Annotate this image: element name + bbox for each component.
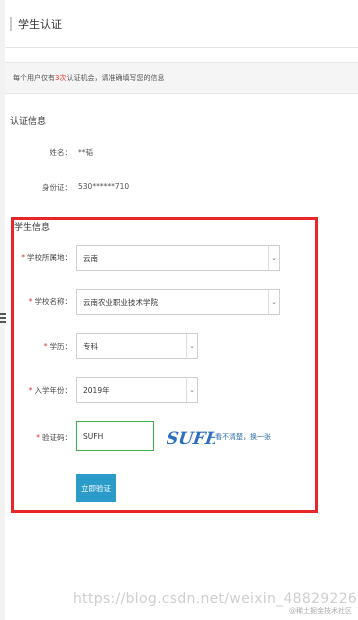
page-header: 学生认证 [10,14,62,34]
education-select[interactable]: 专科 ⌄ [76,333,198,359]
title-accent-bar [10,17,12,31]
captcha-image-text: SUFH [167,429,215,449]
school-region-value: 云南 [83,253,98,263]
captcha-input-value: SUFH [83,431,104,441]
notice-count: 3次 [55,74,67,82]
education-label: * 学历： [43,342,72,351]
school-region-select[interactable]: 云南 ⌄ [76,245,280,271]
page-title: 学生认证 [18,18,62,31]
captcha-refresh-link[interactable]: 看不清楚，换一张 [215,432,271,442]
captcha-image[interactable]: SUFH [167,425,215,451]
id-row: 身份证： 530******710 [0,182,200,194]
enroll-year-select[interactable]: 2019年 ⌄ [76,377,198,403]
id-label: 身份证： [42,183,72,192]
chevron-down-icon: ⌄ [186,334,197,358]
submit-verify-button[interactable]: 立即验证 [76,474,116,502]
student-info-title: 学生信息 [14,223,51,233]
name-label: 姓名： [49,148,73,157]
name-row: 姓名： **韬 [0,147,200,159]
school-region-label: * 学校所属地： [21,253,72,262]
school-name-select[interactable]: 云南农业职业技术学院 ⌄ [76,289,280,315]
id-value: 530******710 [78,182,130,191]
chevron-down-icon: ⌄ [186,378,197,402]
enroll-year-value: 2019年 [83,385,110,395]
education-value: 专科 [83,341,98,351]
chevron-down-icon: ⌄ [268,246,279,270]
notice-text-before: 每个用户仅有 [13,74,55,82]
watermark-site: @稀土掘金技术社区 [289,607,352,615]
notice-text-after: 认证机会，请准确填写您的信息 [66,74,165,82]
auth-info-title: 认证信息 [10,117,47,127]
name-value: **韬 [78,148,93,157]
school-name-value: 云南农业职业技术学院 [83,297,158,307]
enroll-year-label: * 入学年份： [28,386,72,395]
watermark-url: https://blog.csdn.net/weixin_48829226 [73,591,358,607]
notice-banner: 每个用户仅有 3次 认证机会，请准确填写您的信息 [5,62,358,94]
chevron-down-icon: ⌄ [268,290,279,314]
school-name-label: * 学校名称： [28,297,72,306]
menu-icon[interactable] [0,313,6,325]
captcha-label: * 验证码： [36,433,72,442]
captcha-input[interactable]: SUFH [76,421,154,451]
title-divider [5,47,358,48]
